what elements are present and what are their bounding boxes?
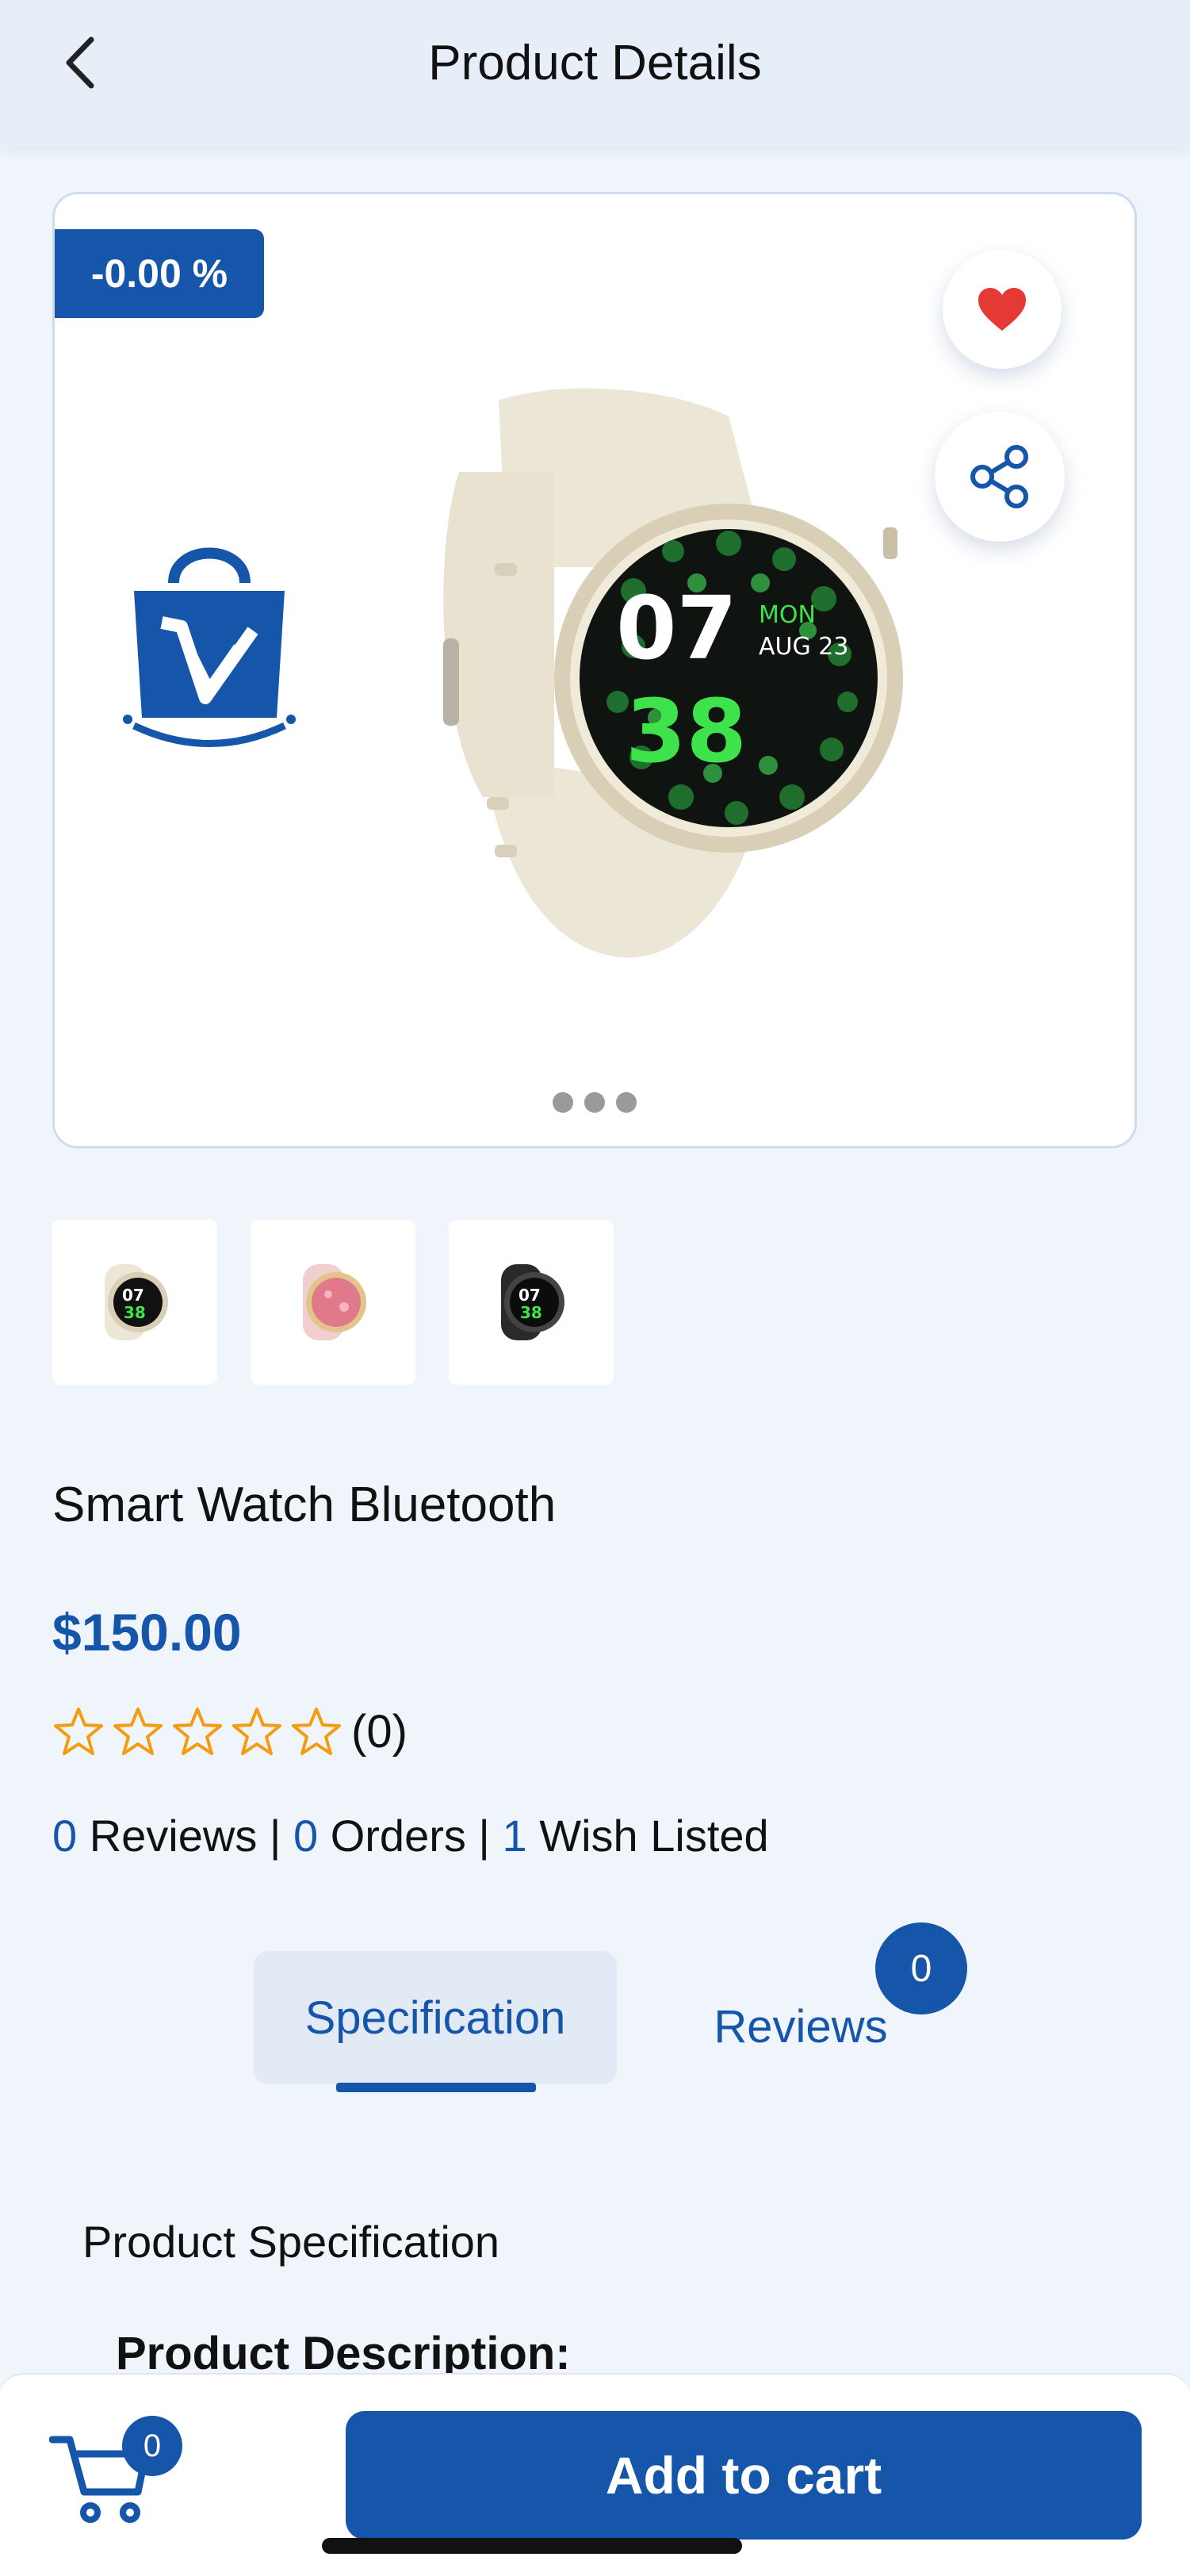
page-title: Product Details (428, 36, 762, 90)
tab-reviews[interactable]: Reviews (698, 1991, 904, 2062)
thumbnail-black-watch[interactable]: 07 38 (449, 1220, 614, 1385)
star-outline-icon (232, 1707, 281, 1755)
star-outline-icon (292, 1707, 341, 1755)
orders-count: 0 (293, 1811, 319, 1861)
product-name: Smart Watch Bluetooth (52, 1478, 557, 1532)
description-heading: Product Description: (116, 2328, 571, 2379)
star-outline-icon (173, 1707, 222, 1755)
product-price: $150.00 (52, 1603, 242, 1662)
svg-text:38: 38 (520, 1303, 542, 1322)
svg-text:AUG 23: AUG 23 (759, 633, 848, 661)
tab-specification[interactable]: Specification (254, 1951, 617, 2084)
carousel-dot[interactable] (584, 1092, 605, 1113)
carousel-dot[interactable] (553, 1092, 573, 1113)
rating-row: (0) (52, 1705, 408, 1758)
rating-count: (0) (351, 1706, 408, 1758)
svg-text:07: 07 (616, 577, 737, 679)
watch-thumbnail-image (303, 1264, 366, 1340)
heart-icon (978, 288, 1026, 331)
product-details-screen: Product Details -0.00 % 07 38 MON AUG 23… (0, 0, 1190, 2576)
add-to-cart-button[interactable]: Add to cart (346, 2411, 1142, 2540)
svg-text:MON: MON (759, 601, 816, 629)
share-button[interactable] (935, 412, 1065, 542)
reviews-label: Reviews | (77, 1811, 293, 1861)
discount-badge: -0.00 % (55, 229, 264, 318)
product-stats: 0 Reviews | 0 Orders | 1 Wish Listed (52, 1810, 769, 1861)
svg-text:07: 07 (122, 1286, 144, 1305)
svg-text:07: 07 (518, 1286, 541, 1305)
carousel-dot[interactable] (616, 1092, 637, 1113)
svg-text:38: 38 (124, 1303, 146, 1322)
watch-thumbnail-image: 07 38 (105, 1264, 168, 1340)
wishlist-button[interactable] (943, 250, 1062, 369)
share-icon (970, 445, 1028, 508)
reviews-count-badge: 0 (875, 1922, 967, 2014)
star-outline-icon (54, 1707, 103, 1755)
cart-count-badge: 0 (122, 2416, 182, 2476)
wishlist-label: Wish Listed (526, 1811, 769, 1861)
carousel-indicator (55, 1092, 1135, 1113)
thumbnail-pink-watch[interactable] (251, 1220, 415, 1385)
thumbnail-strip: 07 38 07 38 (52, 1220, 614, 1385)
thumbnail-cream-watch[interactable]: 07 38 (52, 1220, 217, 1385)
home-indicator (322, 2538, 742, 2554)
svg-text:38: 38 (626, 680, 747, 782)
orders-label: Orders | (318, 1811, 503, 1861)
product-main-image: 07 38 MON AUG 23 (443, 388, 903, 958)
top-app-bar: Product Details (0, 0, 1190, 148)
product-image-carousel[interactable]: -0.00 % 07 38 MON AUG 23 (52, 192, 1137, 1148)
watch-thumbnail-image: 07 38 (501, 1264, 564, 1340)
reviews-count: 0 (52, 1811, 78, 1861)
wishlist-count: 1 (502, 1811, 527, 1861)
active-tab-indicator (336, 2083, 536, 2092)
star-outline-icon (113, 1707, 163, 1755)
brand-logo (123, 547, 296, 747)
specification-heading: Product Specification (82, 2217, 500, 2267)
